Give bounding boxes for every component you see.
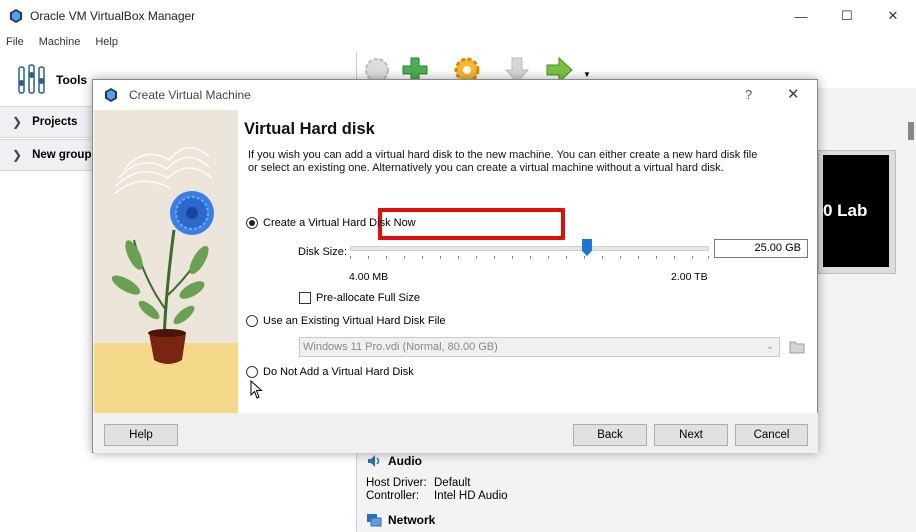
minimize-button[interactable]: — [778, 0, 824, 32]
scrollbar[interactable] [908, 122, 914, 140]
disk-size-slider[interactable] [350, 246, 709, 251]
preview-screen: 0 Lab [823, 155, 889, 267]
radio-use-existing[interactable]: Use an Existing Virtual Hard Disk File [246, 315, 446, 327]
preallocate-checkbox[interactable]: Pre-allocate Full Size [299, 292, 420, 304]
page-heading: Virtual Hard disk [244, 120, 375, 138]
create-vm-dialog: Create Virtual Machine ? ✕ Virtual Hard … [92, 79, 818, 453]
existing-disk-select[interactable]: Windows 11 Pro.vdi (Normal, 80.00 GB) ⌄ [299, 337, 780, 357]
dialog-close-button[interactable]: ✕ [787, 85, 800, 103]
slider-min-label: 4.00 MB [349, 271, 389, 283]
back-button[interactable]: Back [573, 424, 647, 446]
slider-ticks [350, 256, 709, 260]
menubar: File Machine Help [0, 32, 916, 52]
next-button[interactable]: Next [654, 424, 728, 446]
dialog-content: Virtual Hard disk If you wish you can ad… [238, 110, 817, 413]
window-controls: — ☐ ✕ [778, 0, 916, 32]
radio-button[interactable] [246, 315, 258, 327]
chevron-right-icon: ❯ [12, 148, 23, 162]
network-icon [367, 514, 382, 527]
preallocate-label: Pre-allocate Full Size [316, 292, 420, 304]
network-section-header[interactable]: Network [366, 512, 435, 528]
folder-icon [789, 341, 805, 354]
page-description: If you wish you can add a virtual hard d… [248, 149, 758, 174]
wizard-illustration [94, 110, 238, 413]
group-label: New group [32, 149, 92, 161]
slider-thumb[interactable] [581, 239, 592, 256]
chevron-down-icon: ⌄ [765, 341, 774, 352]
slider-max-label: 2.00 TB [671, 271, 708, 283]
host-driver-key: Host Driver: [366, 477, 427, 489]
radio-button-checked[interactable] [246, 217, 258, 229]
checkbox-box[interactable] [299, 292, 311, 304]
disk-size-label: Disk Size: [298, 246, 347, 258]
virtualbox-logo-icon [105, 88, 117, 102]
close-button[interactable]: ✕ [870, 0, 916, 32]
dialog-help-button[interactable]: ? [745, 87, 752, 102]
radio-create-now-label: Create a Virtual Hard Disk Now [263, 217, 416, 229]
dialog-titlebar: Create Virtual Machine [93, 80, 817, 110]
group-projects[interactable]: ❯ Projects [0, 106, 95, 138]
dialog-footer: Help Back Next Cancel [94, 413, 818, 453]
radio-do-not-add-label: Do Not Add a Virtual Hard Disk [263, 366, 414, 378]
network-title: Network [388, 513, 436, 527]
help-button[interactable]: Help [104, 424, 178, 446]
controller-value: Intel HD Audio [434, 490, 508, 502]
vm-preview: 0 Lab [818, 150, 896, 274]
choose-disk-button[interactable] [787, 337, 807, 357]
controller-key: Controller: [366, 490, 420, 502]
group-new-group[interactable]: ❯ New group [0, 139, 95, 171]
main-titlebar: Oracle VM VirtualBox Manager — ☐ ✕ [0, 0, 916, 32]
cancel-button[interactable]: Cancel [735, 424, 808, 446]
start-dropdown-icon[interactable]: ▼ [583, 70, 591, 79]
radio-create-now[interactable]: Create a Virtual Hard Disk Now [246, 217, 416, 229]
menu-file[interactable]: File [6, 36, 24, 48]
tools-label: Tools [56, 73, 88, 87]
tools-item[interactable]: Tools [0, 55, 95, 105]
mouse-cursor-icon [250, 380, 263, 399]
virtualbox-logo-icon [10, 9, 22, 23]
audio-section-header[interactable]: Audio [366, 453, 422, 469]
audio-host-driver-row: Host Driver: Default [366, 477, 470, 489]
maximize-button[interactable]: ☐ [824, 0, 870, 32]
audio-controller-row: Controller: Intel HD Audio [366, 490, 508, 502]
plant-illustration-icon [94, 110, 238, 413]
dialog-title: Create Virtual Machine [129, 88, 251, 102]
radio-use-existing-label: Use an Existing Virtual Hard Disk File [263, 315, 446, 327]
host-driver-value: Default [434, 477, 471, 489]
radio-do-not-add[interactable]: Do Not Add a Virtual Hard Disk [246, 366, 414, 378]
tools-icon [18, 64, 45, 94]
disk-size-input[interactable]: 25.00 GB [714, 239, 808, 258]
menu-machine[interactable]: Machine [39, 36, 81, 48]
group-label: Projects [32, 116, 78, 128]
chevron-right-icon: ❯ [12, 115, 23, 129]
radio-button[interactable] [246, 366, 258, 378]
existing-disk-value: Windows 11 Pro.vdi (Normal, 80.00 GB) [303, 341, 498, 353]
audio-title: Audio [388, 454, 422, 468]
main-window-title: Oracle VM VirtualBox Manager [30, 9, 196, 23]
menu-help[interactable]: Help [95, 36, 118, 48]
audio-speaker-icon [368, 455, 380, 467]
